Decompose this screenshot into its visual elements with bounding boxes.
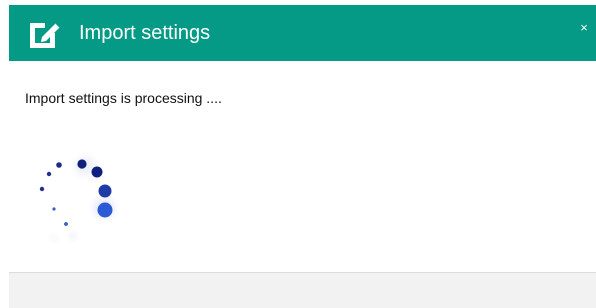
import-settings-dialog: Import settings × Import settings is pro… bbox=[9, 5, 596, 308]
spinner-shadow bbox=[50, 234, 58, 242]
edit-icon bbox=[30, 22, 61, 48]
spinner-dot bbox=[64, 222, 68, 226]
spinner-dot bbox=[52, 207, 56, 211]
spinner-dot bbox=[46, 171, 52, 177]
processing-message: Import settings is processing .... bbox=[25, 90, 222, 106]
spinner-dot bbox=[91, 166, 103, 178]
spinner-shadow bbox=[69, 232, 77, 240]
spinner-dot bbox=[56, 162, 62, 168]
close-button[interactable]: × bbox=[577, 21, 591, 35]
dialog-footer bbox=[9, 272, 596, 308]
dialog-title: Import settings bbox=[79, 22, 211, 44]
spinner-dot bbox=[98, 184, 112, 198]
spinner-dot bbox=[97, 202, 113, 218]
spinner-dot bbox=[39, 186, 45, 192]
close-icon: × bbox=[580, 20, 588, 35]
loading-spinner-icon bbox=[39, 156, 115, 242]
spinner-dot bbox=[77, 159, 87, 169]
dialog-header: Import settings × bbox=[9, 5, 596, 61]
